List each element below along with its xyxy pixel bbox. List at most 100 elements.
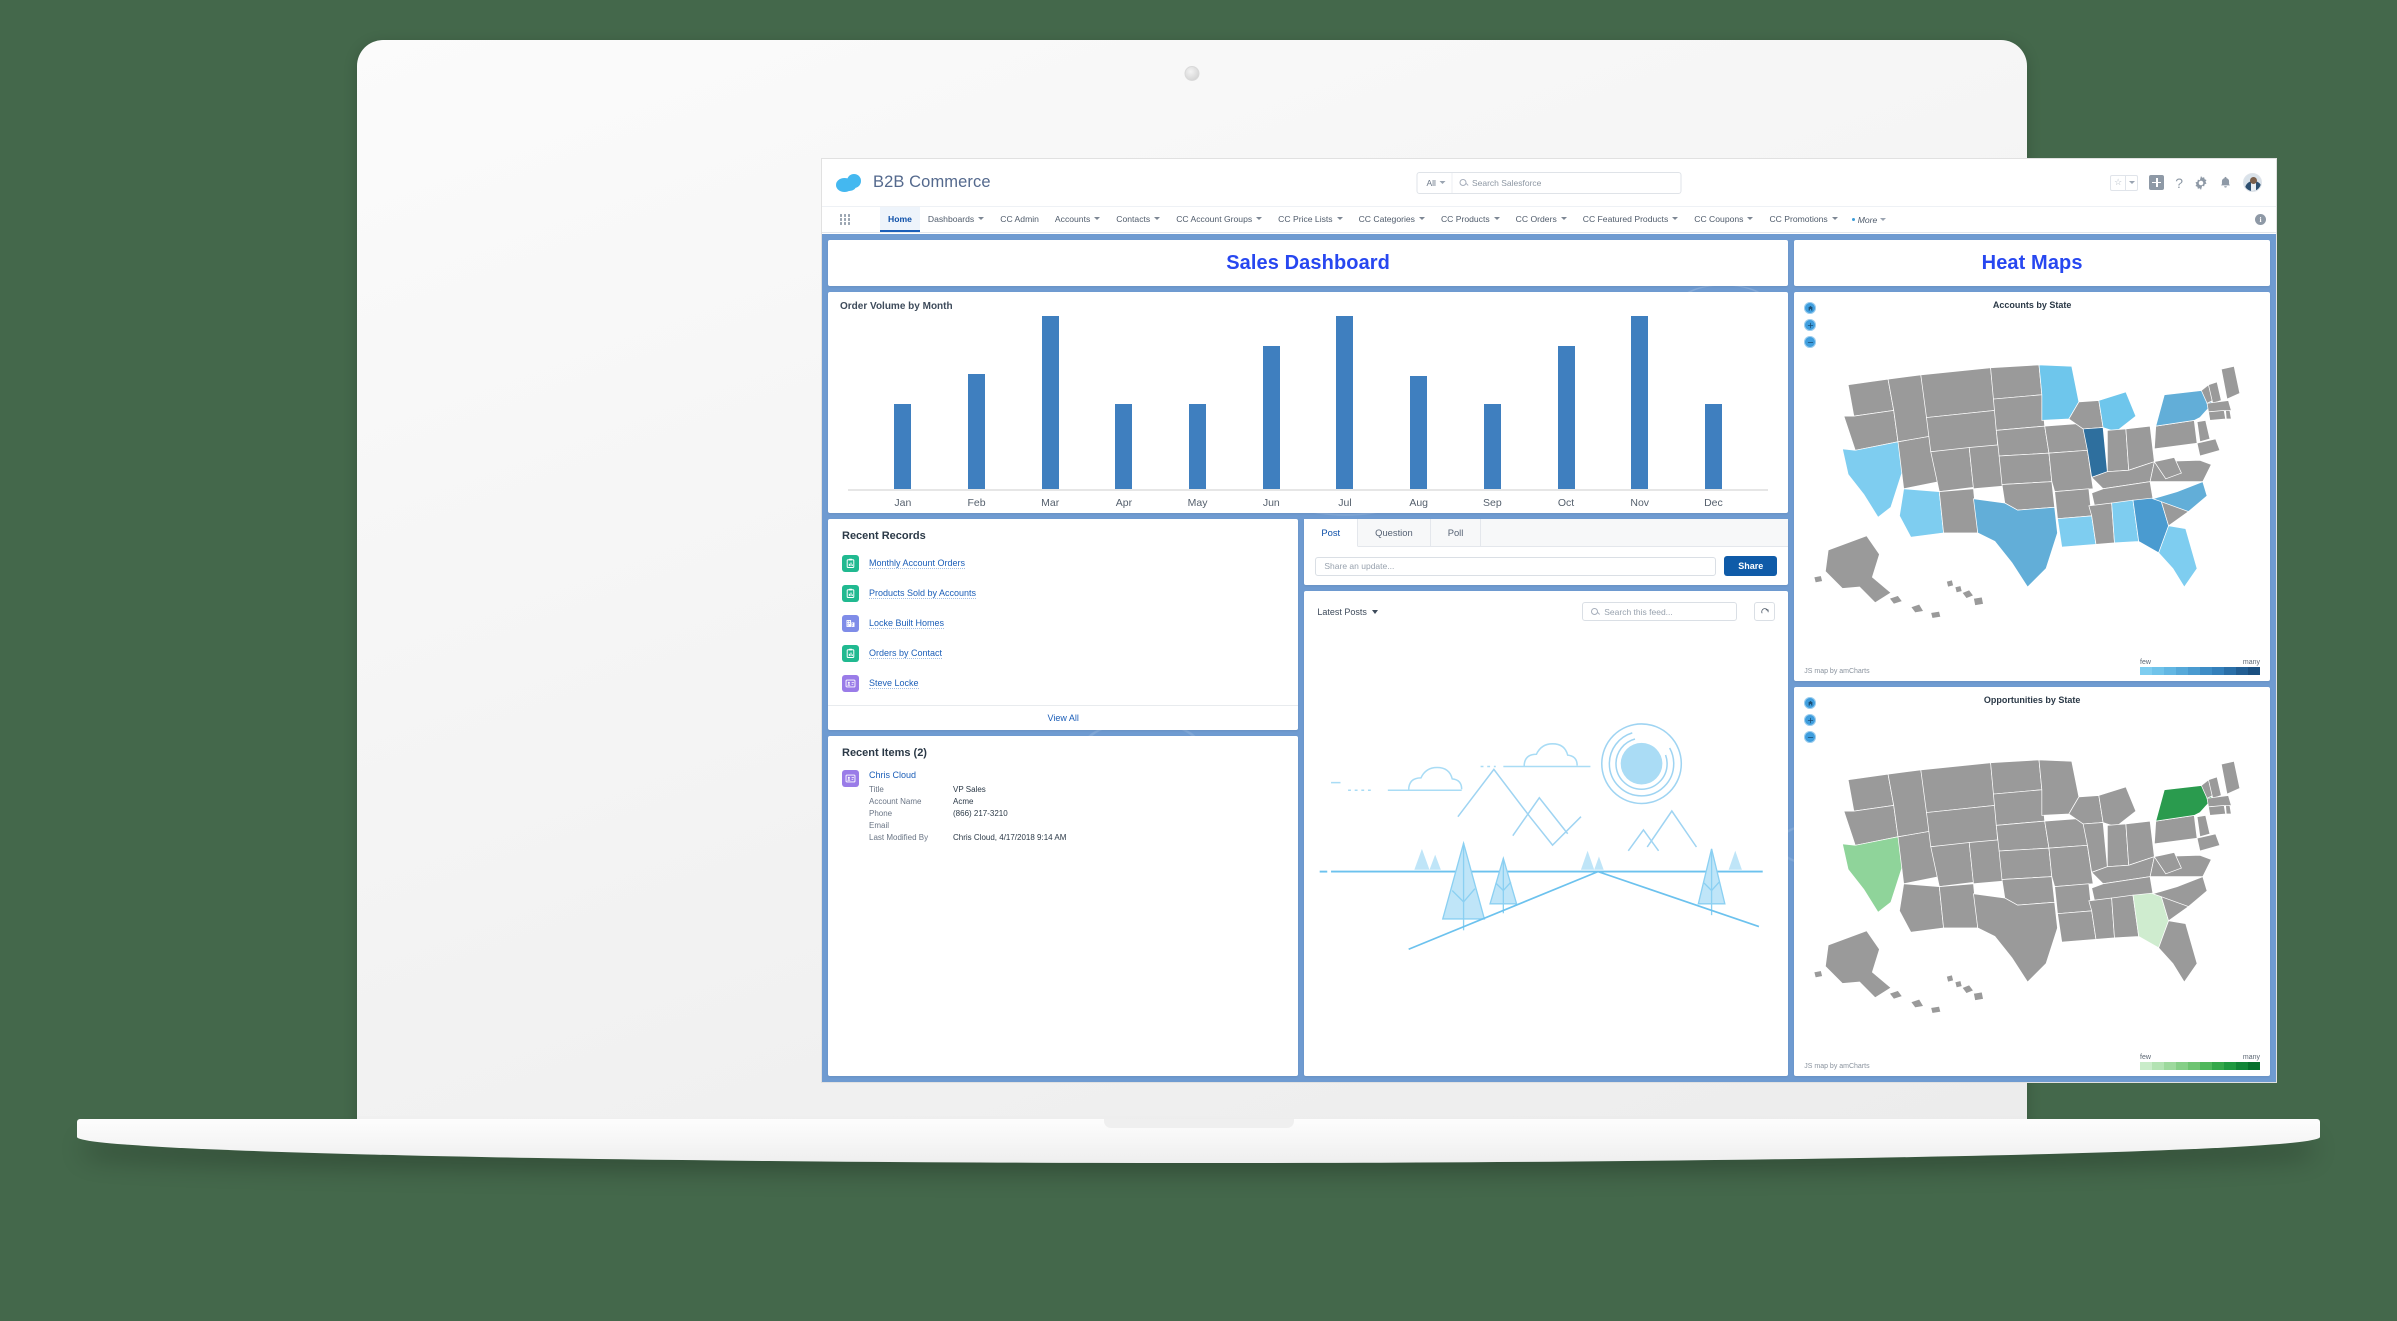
state-MO[interactable]	[2048, 449, 2094, 492]
bar-dec[interactable]	[1704, 403, 1722, 491]
record-link[interactable]: Products Sold by Accounts	[869, 588, 977, 599]
search-input[interactable]: Search Salesforce	[1472, 178, 1541, 188]
favorites-star-icon[interactable]: ☆	[2110, 174, 2127, 191]
info-icon[interactable]: i	[2255, 214, 2266, 225]
list-item[interactable]: Monthly Account Orders	[842, 549, 1284, 579]
zoom-in-icon[interactable]	[1804, 714, 1817, 726]
list-item[interactable]: Products Sold by Accounts	[842, 579, 1284, 609]
zoom-out-icon[interactable]	[1804, 336, 1817, 348]
nav-item-accounts[interactable]: Accounts	[1047, 207, 1108, 232]
state-CA[interactable]	[1842, 836, 1905, 913]
state-NM[interactable]	[1939, 883, 1979, 929]
bar-may[interactable]	[1189, 403, 1207, 491]
state-AK[interactable]	[1825, 535, 1892, 604]
refresh-icon[interactable]	[1754, 602, 1776, 621]
state-IN[interactable]	[2107, 428, 2130, 473]
state-WA[interactable]	[1847, 773, 1895, 812]
home-icon[interactable]	[1804, 697, 1817, 709]
bar-feb[interactable]	[968, 373, 986, 491]
nav-item-home[interactable]: Home	[880, 207, 920, 232]
zoom-out-icon[interactable]	[1804, 731, 1817, 743]
state-NM[interactable]	[1939, 488, 1979, 534]
avatar[interactable]	[2243, 173, 2262, 192]
state-UT[interactable]	[1930, 447, 1975, 493]
nav-more-button[interactable]: More	[1846, 207, 1893, 232]
state-NJ[interactable]	[2196, 815, 2211, 838]
state-CT[interactable]	[2208, 410, 2227, 421]
bar-jul[interactable]	[1336, 316, 1354, 491]
help-icon[interactable]: ?	[2175, 176, 2183, 190]
list-item[interactable]: Orders by Contact	[842, 639, 1284, 669]
nav-item-cc-price-lists[interactable]: CC Price Lists	[1270, 207, 1350, 232]
app-launcher-grid-icon[interactable]	[832, 207, 858, 232]
tab-poll[interactable]: Poll	[1431, 519, 1482, 546]
bar-jun[interactable]	[1262, 345, 1280, 491]
nav-item-cc-categories[interactable]: CC Categories	[1351, 207, 1433, 232]
list-item[interactable]: Locke Built Homes	[842, 609, 1284, 639]
state-LA[interactable]	[2057, 910, 2097, 943]
state-IN[interactable]	[2107, 823, 2130, 868]
state-NE[interactable]	[1996, 820, 2050, 852]
publisher-input[interactable]: Share an update...	[1315, 556, 1717, 576]
share-button[interactable]: Share	[1724, 556, 1778, 576]
state-ND[interactable]	[1990, 364, 2043, 400]
bar-aug[interactable]	[1410, 375, 1428, 491]
favorites-dropdown-icon[interactable]	[2126, 174, 2139, 191]
state-UT[interactable]	[1930, 842, 1975, 888]
record-link[interactable]: Orders by Contact	[869, 648, 943, 659]
view-all-button[interactable]: View All	[828, 705, 1299, 730]
bar-nov[interactable]	[1631, 316, 1649, 491]
state-HI[interactable]	[1961, 589, 1975, 599]
accounts-map-svg[interactable]	[1804, 312, 2260, 657]
nav-item-contacts[interactable]: Contacts	[1108, 207, 1168, 232]
nav-item-cc-products[interactable]: CC Products	[1433, 207, 1508, 232]
state-CA[interactable]	[1842, 441, 1905, 518]
recent-item-name[interactable]: Chris Cloud	[869, 770, 1066, 780]
nav-item-cc-orders[interactable]: CC Orders	[1508, 207, 1575, 232]
home-icon[interactable]	[1804, 302, 1817, 314]
state-WA[interactable]	[1847, 378, 1895, 417]
tab-post[interactable]: Post	[1304, 519, 1359, 547]
state-MI[interactable]	[2098, 391, 2137, 433]
bar-oct[interactable]	[1557, 345, 1575, 491]
nav-item-cc-admin[interactable]: CC Admin	[992, 207, 1047, 232]
feed-sort-dropdown[interactable]: Latest Posts	[1317, 607, 1378, 617]
state-ME[interactable]	[2221, 760, 2241, 795]
state-KS[interactable]	[1998, 452, 2053, 485]
record-link[interactable]: Locke Built Homes	[869, 618, 945, 629]
state-MT[interactable]	[1920, 367, 1996, 418]
nav-item-cc-promotions[interactable]: CC Promotions	[1761, 207, 1845, 232]
state-HI[interactable]	[1961, 984, 1975, 994]
state-SD[interactable]	[1993, 394, 2046, 431]
bar-jan[interactable]	[894, 403, 912, 491]
favorites-group[interactable]: ☆	[2110, 174, 2139, 191]
bar-mar[interactable]	[1041, 316, 1059, 491]
nav-item-dashboards[interactable]: Dashboards	[920, 207, 992, 232]
opportunities-map-svg[interactable]	[1804, 707, 2260, 1052]
setup-gear-icon[interactable]	[2194, 175, 2208, 190]
state-MO[interactable]	[2048, 844, 2094, 887]
state-AZ[interactable]	[1899, 488, 1945, 538]
state-ND[interactable]	[1990, 759, 2043, 795]
state-SD[interactable]	[1993, 789, 2046, 826]
bar-sep[interactable]	[1483, 403, 1501, 491]
nav-item-cc-featured-products[interactable]: CC Featured Products	[1575, 207, 1687, 232]
global-search[interactable]: All Search Salesforce	[1416, 171, 1682, 194]
nav-item-cc-account-groups[interactable]: CC Account Groups	[1168, 207, 1270, 232]
state-MI[interactable]	[2098, 786, 2137, 828]
state-MT[interactable]	[1920, 762, 1996, 813]
state-RI[interactable]	[2225, 410, 2232, 420]
zoom-in-icon[interactable]	[1804, 319, 1817, 331]
record-link[interactable]: Monthly Account Orders	[869, 558, 966, 569]
bar-apr[interactable]	[1115, 403, 1133, 491]
state-RI[interactable]	[2225, 805, 2232, 815]
state-TX[interactable]	[1973, 893, 2059, 983]
state-AR[interactable]	[2054, 488, 2093, 520]
global-create-icon[interactable]	[2149, 175, 2165, 190]
state-LA[interactable]	[2057, 515, 2097, 548]
state-AK[interactable]	[1825, 930, 1892, 999]
state-CT[interactable]	[2208, 805, 2227, 816]
record-link[interactable]: Steve Locke	[869, 678, 919, 689]
notifications-bell-icon[interactable]	[2219, 176, 2232, 189]
tab-question[interactable]: Question	[1358, 519, 1431, 546]
